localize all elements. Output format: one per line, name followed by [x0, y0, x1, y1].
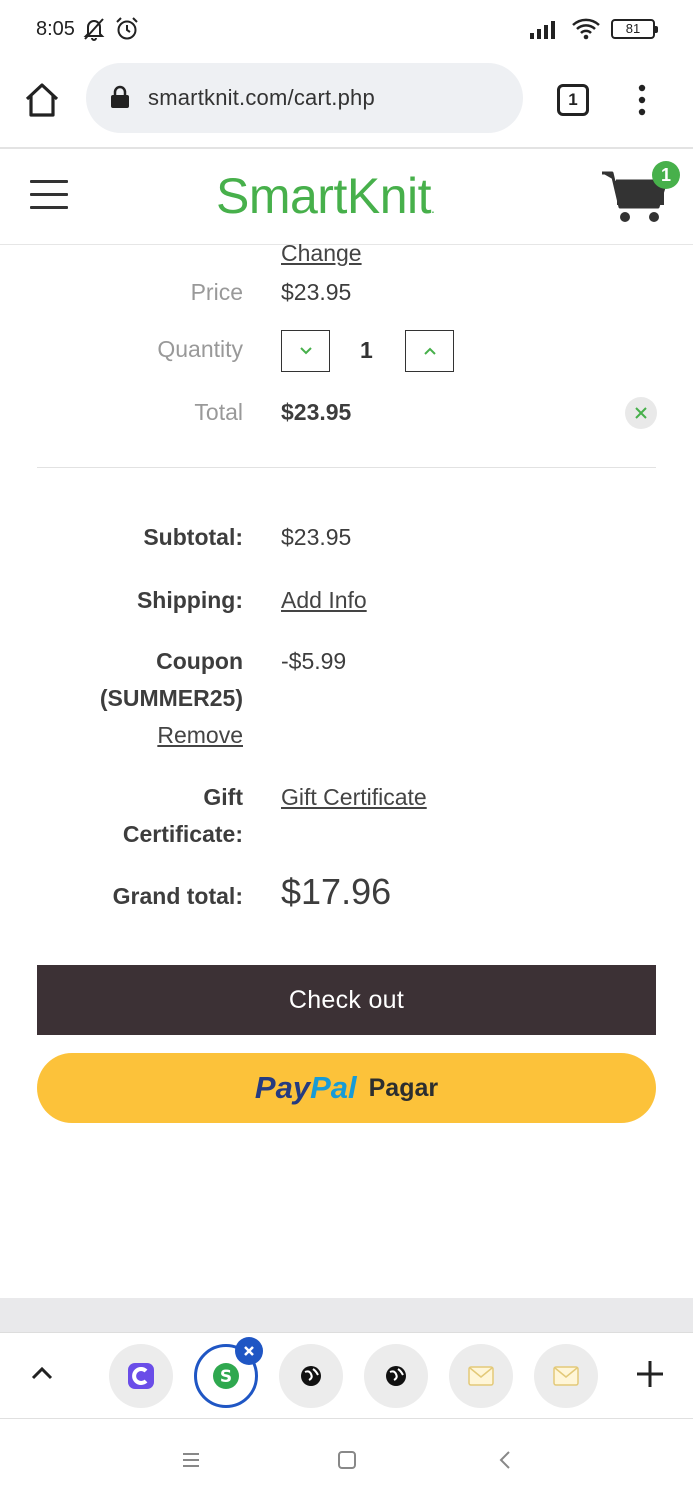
tab-mail-1[interactable] — [449, 1344, 513, 1408]
shipping-add-info-link[interactable]: Add Info — [281, 582, 367, 618]
logo-text: SmartKnit — [216, 168, 432, 224]
subtotal-label: Subtotal: — [143, 524, 243, 550]
price-value: $23.95 — [281, 279, 352, 305]
wifi-icon — [572, 18, 600, 40]
total-value: $23.95 — [281, 399, 352, 425]
tab-mail-2[interactable] — [534, 1344, 598, 1408]
close-icon — [635, 407, 647, 419]
mail-icon — [468, 1366, 494, 1386]
logo-mark: . — [431, 200, 435, 216]
tab-switcher-button[interactable]: 1 — [557, 84, 589, 116]
s-app-icon: S — [213, 1363, 239, 1389]
home-nav-icon[interactable] — [334, 1447, 360, 1473]
more-menu-icon[interactable] — [632, 82, 652, 118]
battery-indicator: 81 — [611, 19, 658, 39]
quantity-value: 1 — [360, 337, 373, 363]
tab-globe-1[interactable] — [279, 1344, 343, 1408]
grand-total-value: $17.96 — [281, 871, 392, 912]
tab-s-app-active[interactable]: S — [194, 1337, 263, 1408]
gift-certificate-label-line2: Certificate: — [122, 821, 243, 847]
tab-strip: S — [0, 1332, 693, 1418]
close-icon — [244, 1346, 254, 1356]
recent-apps-icon[interactable] — [178, 1447, 204, 1473]
grand-total-label: Grand total: — [112, 883, 243, 909]
remove-item-button[interactable] — [625, 397, 657, 429]
menu-hamburger-icon[interactable] — [30, 180, 68, 212]
system-nav-bar — [0, 1418, 693, 1500]
globe-icon — [386, 1366, 406, 1386]
coupon-value: -$5.99 — [281, 648, 347, 674]
status-bar: 8:05 81 — [0, 0, 693, 60]
svg-text:S: S — [220, 1367, 232, 1387]
paypal-button[interactable]: PayPal Pagar — [37, 1053, 656, 1123]
checkout-button[interactable]: Check out — [37, 965, 656, 1035]
quantity-label: Quantity — [157, 336, 243, 362]
chevron-up-icon[interactable] — [28, 1359, 56, 1387]
price-label: Price — [190, 279, 243, 305]
back-icon[interactable] — [493, 1447, 519, 1473]
site-header: SmartKnit. 1 — [0, 149, 693, 245]
status-time: 8:05 — [36, 18, 75, 40]
mail-icon — [553, 1366, 579, 1386]
tab-globe-2[interactable] — [364, 1344, 428, 1408]
change-option-link[interactable]: Change — [281, 240, 362, 267]
coupon-code: (SUMMER25) — [99, 685, 243, 711]
paypal-logo: PayPal — [254, 1070, 357, 1105]
subtotal-value: $23.95 — [281, 524, 352, 550]
cart-count-badge: 1 — [652, 161, 680, 189]
tab-c-app[interactable] — [109, 1344, 173, 1408]
globe-icon — [301, 1366, 321, 1386]
url-text: smartknit.com/cart.php — [148, 85, 375, 110]
plus-icon[interactable] — [633, 1357, 667, 1391]
status-left-icons — [82, 16, 140, 42]
section-divider — [37, 467, 656, 468]
alarm-icon — [116, 17, 138, 40]
shipping-label: Shipping: — [136, 587, 243, 613]
quantity-increase-button[interactable] — [405, 330, 454, 372]
coupon-label: Coupon — [156, 648, 243, 674]
close-tab-button[interactable] — [235, 1337, 263, 1365]
quantity-decrease-button[interactable] — [281, 330, 330, 372]
bell-muted-icon — [83, 18, 105, 41]
coupon-remove-link[interactable]: Remove — [157, 717, 243, 753]
cart-button[interactable]: 1 — [600, 161, 680, 233]
status-right-icons: 81 — [529, 17, 658, 41]
paypal-action-label: Pagar — [368, 1073, 439, 1102]
address-bar[interactable]: smartknit.com/cart.php — [86, 63, 523, 133]
lock-icon — [111, 85, 129, 108]
signal-icon — [530, 21, 555, 39]
total-label: Total — [194, 399, 243, 425]
gift-certificate-link[interactable]: Gift Certificate — [281, 779, 427, 815]
page-bottom-band — [0, 1298, 693, 1332]
browser-toolbar: smartknit.com/cart.php 1 — [0, 60, 693, 148]
chevron-down-icon — [299, 347, 312, 355]
gift-certificate-label-line1: Gift — [203, 784, 243, 810]
site-logo[interactable]: SmartKnit. — [216, 167, 435, 225]
c-app-icon — [128, 1363, 154, 1389]
home-icon[interactable] — [22, 80, 62, 120]
chevron-up-icon — [423, 347, 436, 355]
